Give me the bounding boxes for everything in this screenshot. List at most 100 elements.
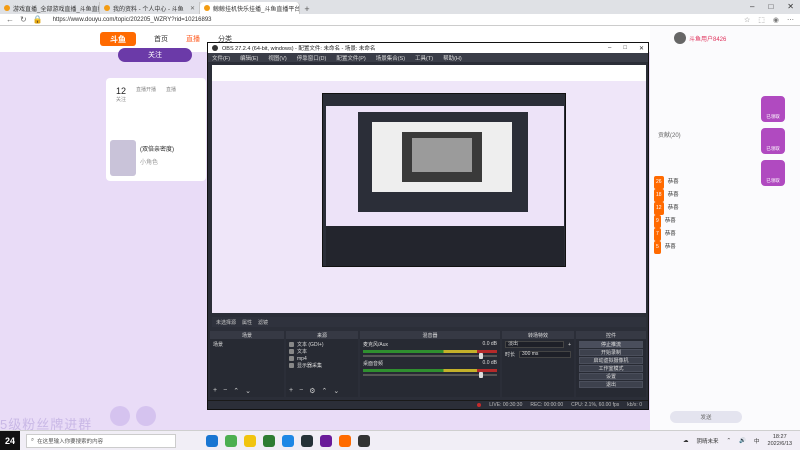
menu-docks[interactable]: 停靠窗口(D) <box>297 54 327 62</box>
chat-user[interactable]: 斗鱼用户8426 <box>674 32 726 44</box>
scene-item[interactable]: 场景 <box>213 341 281 348</box>
virtual-camera-button[interactable]: 启动虚拟摄像机 <box>579 357 643 364</box>
tab-label: 游戏直播_全部游戏直播_斗鱼直播 <box>13 6 100 13</box>
gift-box-icon[interactable]: 已领取 <box>761 128 785 154</box>
steam-icon[interactable] <box>301 434 313 447</box>
move-up-icon[interactable]: ⌃ <box>321 387 327 397</box>
mixer-channel-desktop: 桌面音频 0.0 dB <box>363 360 497 378</box>
volume-icon[interactable]: 🔊 <box>739 438 746 444</box>
chevron-up-icon[interactable]: ⌃ <box>727 438 732 444</box>
menu-help[interactable]: 帮助(H) <box>443 54 462 62</box>
gift-icon[interactable] <box>110 406 130 426</box>
volume-slider[interactable] <box>363 353 497 359</box>
refresh-icon[interactable]: ↻ <box>20 15 27 24</box>
exit-button[interactable]: 退出 <box>579 381 643 388</box>
volume-slider[interactable] <box>363 372 497 378</box>
menu-scene-collection[interactable]: 场景集合(S) <box>376 54 405 62</box>
start-recording-button[interactable]: 开始录制 <box>579 349 643 356</box>
input-method-icon[interactable]: 中 <box>754 437 760 445</box>
gift-box-icon[interactable]: 已领取 <box>761 160 785 186</box>
image-icon <box>289 356 294 361</box>
extensions-icon[interactable]: ⬚ <box>758 16 765 24</box>
stat-stream[interactable]: 直播 <box>166 86 176 103</box>
live-time: LIVE: 00:30:30 <box>489 402 523 408</box>
move-down-icon[interactable]: ⌄ <box>245 387 251 397</box>
stat-follow[interactable]: 12 关注 <box>116 86 126 103</box>
mixer-channel-mic: 麦克风/Aux 0.0 dB <box>363 341 497 359</box>
obs-maximize-button[interactable]: □ <box>623 45 627 52</box>
menu-file[interactable]: 文件(F) <box>212 54 230 62</box>
send-button[interactable]: 发送 <box>670 411 742 423</box>
stop-streaming-button[interactable]: 停止推流 <box>579 341 643 348</box>
profile-icon[interactable]: ◉ <box>773 16 779 24</box>
add-scene-icon[interactable]: + <box>213 387 217 397</box>
obs-close-button[interactable]: ✕ <box>639 45 644 52</box>
url-field[interactable]: https://www.douyu.com/topic/202205_WZRY?… <box>53 17 212 23</box>
douyu-logo[interactable]: 斗鱼 <box>100 32 136 46</box>
qq-icon[interactable] <box>282 434 294 447</box>
mixer-dock: 麦克风/Aux 0.0 dB 桌面音频 0.0 dB <box>360 339 500 397</box>
browser-tab[interactable]: 我的资料 - 个人中心 - 斗鱼 ✕ <box>100 2 200 14</box>
browser-actions: ☆ ⬚ ◉ ⋯ <box>744 16 794 24</box>
move-down-icon[interactable]: ⌄ <box>333 387 339 397</box>
gift-icon[interactable] <box>136 406 156 426</box>
source-item[interactable]: 显示器采集 <box>289 362 355 369</box>
gear-icon[interactable]: ⚙ <box>309 387 315 397</box>
menu-profile[interactable]: 配置文件(P) <box>336 54 365 62</box>
menu-tools[interactable]: 工具(T) <box>415 54 433 62</box>
transition-select[interactable]: 淡出 <box>505 341 565 348</box>
stat-live[interactable]: 直播开播 <box>136 86 156 103</box>
maximize-button[interactable]: □ <box>768 2 773 11</box>
menu-edit[interactable]: 编辑(E) <box>240 54 258 62</box>
level-badge: 5 <box>654 241 661 254</box>
obs-logo-icon <box>212 45 218 51</box>
duration-field[interactable]: 300 ms <box>519 351 571 358</box>
douyu-icon[interactable] <box>339 434 351 447</box>
add-source-icon[interactable]: + <box>289 387 293 397</box>
obs-icon[interactable] <box>358 434 370 447</box>
star-icon[interactable]: ☆ <box>744 16 750 24</box>
edge-icon[interactable] <box>206 434 218 447</box>
wechat-icon[interactable] <box>263 434 275 447</box>
obs-window-controls: – □ ✕ <box>608 45 644 52</box>
chat-list: 26 恭喜 18 恭喜 12 恭喜 9 恭喜 7 恭喜 5 恭喜 <box>654 176 754 254</box>
chrome-icon[interactable] <box>225 434 237 447</box>
add-transition-icon[interactable]: + <box>568 342 571 348</box>
nav-live[interactable]: 直播 <box>186 34 200 44</box>
nav-home[interactable]: 首页 <box>154 34 168 44</box>
source-item[interactable]: 文本 <box>289 348 355 355</box>
remove-source-icon[interactable]: − <box>299 387 303 397</box>
browser-tab-active[interactable]: 鲸鲸挂机快乐挂播_斗鱼直播平台✕ <box>200 2 300 14</box>
taskbar-search[interactable]: ⌕ 在这里输入你要搜索的内容 <box>26 433 176 448</box>
gift-box-icon[interactable]: 已领取 <box>761 96 785 122</box>
menu-view[interactable]: 视图(V) <box>268 54 286 62</box>
filters-button[interactable]: 滤镜 <box>258 319 268 326</box>
follow-button[interactable]: 关注 <box>118 48 192 62</box>
app-icon[interactable] <box>320 434 332 447</box>
preview-capture <box>212 65 646 313</box>
clock[interactable]: 18:27 2022/6/13 <box>768 434 792 448</box>
remove-scene-icon[interactable]: − <box>223 387 227 397</box>
folder-icon[interactable] <box>244 434 256 447</box>
settings-button[interactable]: 设置 <box>579 373 643 380</box>
new-tab-button[interactable]: + <box>300 4 314 14</box>
move-up-icon[interactable]: ⌃ <box>233 387 239 397</box>
properties-button[interactable]: 属性 <box>242 319 252 326</box>
contribution-tab[interactable]: 贡献(20) <box>658 130 681 139</box>
close-tab-icon[interactable]: ✕ <box>190 5 195 12</box>
obs-preview[interactable] <box>212 65 646 313</box>
menu-icon[interactable]: ⋯ <box>787 16 794 24</box>
obs-minimize-button[interactable]: – <box>608 45 611 52</box>
start-button[interactable]: 24 <box>0 430 20 450</box>
chat-message: 5 恭喜 <box>654 241 754 254</box>
browser-tab[interactable]: 游戏直播_全部游戏直播_斗鱼直播✕ <box>0 2 100 14</box>
minimize-button[interactable]: – <box>750 2 754 11</box>
douyu-favicon-icon <box>104 5 110 11</box>
source-item[interactable]: 文本 (GDI+) <box>289 341 355 348</box>
studio-mode-button[interactable]: 工作室模式 <box>579 365 643 372</box>
tab-label: 鲸鲸挂机快乐挂播_斗鱼直播平台 <box>213 6 300 13</box>
room-card[interactable]: (双倍亲密度) 小角色 <box>106 136 206 181</box>
back-icon[interactable]: ← <box>6 15 14 24</box>
source-item[interactable]: mp4 <box>289 355 355 362</box>
close-button[interactable]: ✕ <box>787 2 794 11</box>
